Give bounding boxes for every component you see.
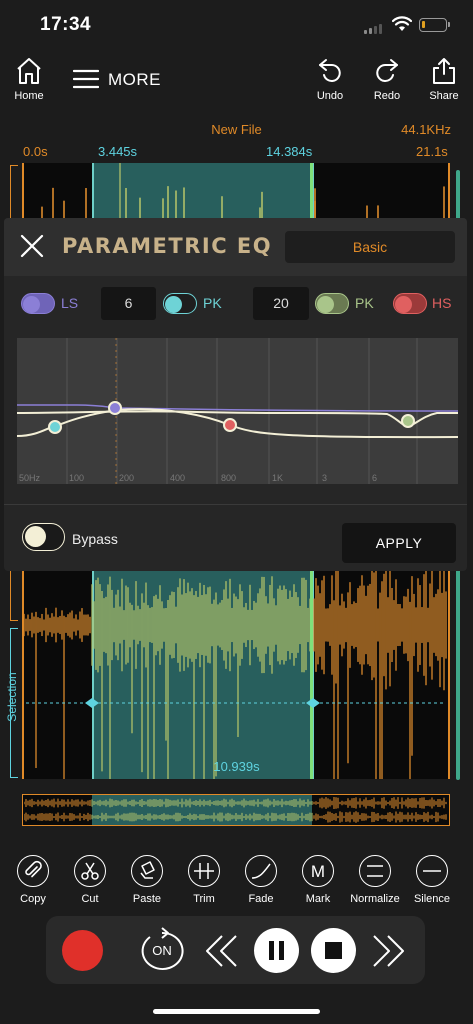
band-pk1-toggle[interactable] xyxy=(163,293,197,314)
eq-title: PARAMETRIC EQ xyxy=(62,234,273,258)
trim-label: Trim xyxy=(193,893,215,905)
band-pk2-label: PK xyxy=(355,295,374,311)
pause-button[interactable] xyxy=(254,928,299,973)
normalize-icon xyxy=(367,865,383,877)
band-pk2-node[interactable] xyxy=(401,414,415,428)
time-end: 21.1s xyxy=(416,144,448,159)
cut-button[interactable]: Cut xyxy=(61,855,119,905)
undo-button[interactable]: Undo xyxy=(309,56,351,102)
home-label: Home xyxy=(14,90,44,102)
playhead-marker xyxy=(119,163,121,223)
sample-rate: 44.1KHz xyxy=(401,122,451,137)
band-ls-node[interactable] xyxy=(108,401,122,415)
wifi-icon xyxy=(392,16,412,31)
rewind-button[interactable] xyxy=(202,932,240,970)
home-indicator xyxy=(153,1009,320,1014)
svg-text:M: M xyxy=(311,862,325,881)
silence-icon xyxy=(423,870,441,872)
fade-button[interactable]: Fade xyxy=(232,855,290,905)
eq-mode-button[interactable]: Basic xyxy=(285,231,455,263)
band-pk1-node[interactable] xyxy=(48,420,62,434)
freq-label: 6 xyxy=(372,473,378,483)
fade-label: Fade xyxy=(248,893,274,905)
menu-icon[interactable] xyxy=(73,69,99,89)
bypass-toggle[interactable] xyxy=(22,523,65,551)
more-button[interactable]: MORE xyxy=(108,70,161,90)
selection-start-time: 3.445s xyxy=(98,144,138,159)
normalize-button[interactable]: Normalize xyxy=(346,855,404,905)
overview-wave-shape xyxy=(24,797,447,823)
cut-label: Cut xyxy=(81,893,99,905)
pause-icon xyxy=(269,941,284,960)
stop-icon xyxy=(325,942,342,959)
cellular-signal-icon xyxy=(364,24,384,34)
selection-label: Selection xyxy=(5,672,19,722)
selection-guide-line xyxy=(26,698,446,708)
selection-duration: 10.939s xyxy=(213,759,260,774)
band-value-20[interactable]: 20 xyxy=(253,287,309,320)
normalize-label: Normalize xyxy=(350,893,400,905)
copy-label: Copy xyxy=(20,893,46,905)
paste-label: Paste xyxy=(132,893,162,905)
fade-icon xyxy=(251,863,271,879)
freq-label: 800 xyxy=(221,473,237,483)
freq-label: 100 xyxy=(69,473,85,483)
redo-button[interactable]: Redo xyxy=(366,56,408,102)
band-hs-label: HS xyxy=(432,295,452,311)
redo-icon xyxy=(376,59,398,82)
band-pk1-label: PK xyxy=(203,295,222,311)
scissors-icon xyxy=(81,862,99,880)
redo-label: Redo xyxy=(373,90,401,102)
selection-end-time: 14.384s xyxy=(266,144,313,159)
status-time: 17:34 xyxy=(40,14,92,35)
band-ls-label: LS xyxy=(61,295,79,311)
bypass-label: Bypass xyxy=(72,531,118,547)
close-icon[interactable] xyxy=(19,233,45,259)
paste-button[interactable]: Paste xyxy=(118,855,176,905)
loop-button[interactable]: ON xyxy=(138,927,186,973)
stop-button[interactable] xyxy=(311,928,356,973)
freq-label: 400 xyxy=(170,473,186,483)
home-icon xyxy=(17,58,41,84)
fast-forward-button[interactable] xyxy=(370,932,408,970)
silence-label: Silence xyxy=(413,893,451,905)
share-label: Share xyxy=(429,90,459,102)
share-button[interactable]: Share xyxy=(423,56,465,102)
band-ls-toggle[interactable] xyxy=(21,293,55,314)
freq-label: 3 xyxy=(322,473,328,483)
eq-curve xyxy=(17,338,458,484)
freq-label: 200 xyxy=(119,473,135,483)
battery-icon xyxy=(419,18,450,32)
home-button[interactable]: Home xyxy=(8,56,50,102)
time-start: 0.0s xyxy=(23,144,48,159)
freq-label: 1K xyxy=(272,473,284,483)
mark-icon: M xyxy=(311,862,325,881)
band-value-6[interactable]: 6 xyxy=(101,287,156,320)
undo-icon xyxy=(319,59,341,82)
band-hs-node[interactable] xyxy=(223,418,237,432)
trim-button[interactable]: Trim xyxy=(175,855,233,905)
divider xyxy=(4,504,467,505)
band-pk2-toggle[interactable] xyxy=(315,293,349,314)
loop-label: ON xyxy=(152,943,172,958)
share-icon xyxy=(433,58,455,84)
band-hs-toggle[interactable] xyxy=(393,293,427,314)
mark-button[interactable]: M Mark xyxy=(289,855,347,905)
mark-label: Mark xyxy=(305,893,331,905)
paste-icon xyxy=(140,861,155,879)
silence-button[interactable]: Silence xyxy=(403,855,461,905)
record-button[interactable] xyxy=(62,930,103,971)
trim-icon xyxy=(194,863,214,879)
undo-label: Undo xyxy=(316,90,344,102)
paperclip-icon xyxy=(25,860,42,878)
apply-button[interactable]: APPLY xyxy=(342,523,456,563)
copy-button[interactable]: Copy xyxy=(4,855,62,905)
freq-label: 50Hz xyxy=(19,473,41,483)
